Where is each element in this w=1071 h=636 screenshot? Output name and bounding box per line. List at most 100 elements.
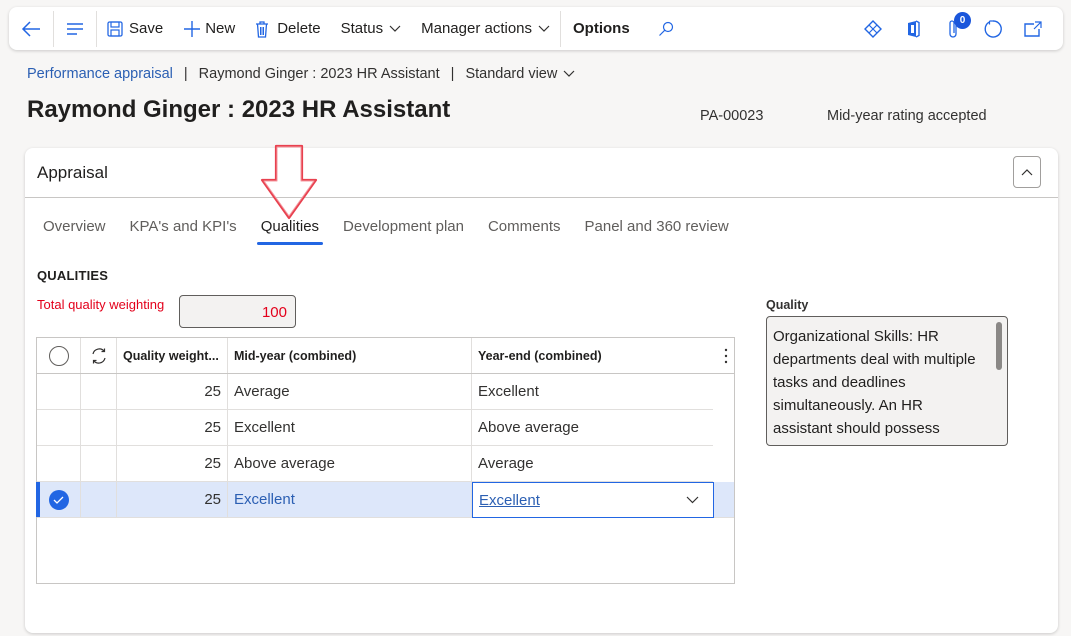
back-arrow-icon [21,20,40,37]
refresh-icon [984,19,1002,38]
table-row[interactable]: 25 Average Excellent [37,374,713,410]
breadcrumb-module-link[interactable]: Performance appraisal [27,66,173,82]
weight-cell[interactable]: 25 [117,374,228,409]
table-row[interactable]: 25 Excellent Above average [37,410,713,446]
office-icon [908,19,920,38]
view-selector-label: Standard view [465,66,558,82]
column-header-quality-weight[interactable]: Quality weight... [117,338,228,373]
refresh-button[interactable] [973,7,1013,50]
breadcrumb-record: Raymond Ginger : 2023 HR Assistant [198,66,440,82]
new-label: New [205,20,236,37]
chevron-up-icon [1021,169,1033,176]
row-checkbox-checked[interactable] [48,489,69,510]
weight-cell[interactable]: 25 [117,482,228,517]
manager-actions-menu-button[interactable]: Manager actions [411,7,560,50]
appraisal-card-header[interactable]: Appraisal [25,148,1058,198]
search-icon [658,21,673,36]
chevron-down-icon [563,70,575,77]
appraisal-card: Appraisal Overview KPA's and KPI's Quali… [25,148,1058,633]
select-all-checkbox[interactable] [48,345,69,366]
total-quality-weighting-field: 100 [179,295,296,328]
qualities-section-title: QUALITIES [37,268,109,283]
tab-overview[interactable]: Overview [32,206,117,245]
grid-header-row: Quality weight... Mid-year (combined) Ye… [37,338,734,374]
save-button[interactable]: Save [97,7,173,50]
year-end-cell[interactable]: Excellent [472,374,713,409]
breadcrumb-separator: | [183,66,188,82]
quality-description-text: Organizational Skills: HR departments de… [773,328,976,437]
column-header-year-end[interactable]: Year-end (combined) [472,338,734,373]
column-header-mid-year[interactable]: Mid-year (combined) [228,338,472,373]
search-button[interactable] [642,7,684,50]
attachments-count-badge: 0 [954,12,971,29]
row-select-cell[interactable] [37,446,81,481]
delete-label: Delete [277,20,321,37]
page-title: Raymond Ginger : 2023 HR Assistant [27,96,451,123]
new-button[interactable]: New [173,7,245,50]
options-button[interactable]: Options [561,7,642,50]
open-new-window-button[interactable] [1013,7,1053,50]
row-select-cell[interactable] [37,482,81,517]
weight-cell[interactable]: 25 [117,410,228,445]
row-status-cell [81,482,117,517]
mid-year-cell[interactable]: Excellent [228,482,472,517]
row-status-cell [81,374,117,409]
tab-qualities[interactable]: Qualities [250,206,330,245]
attachments-button[interactable]: 0 [933,7,973,50]
table-row-selected[interactable]: 25 Excellent Excellent [36,482,734,518]
record-id: PA-00023 [700,108,764,124]
status-label: Status [340,20,384,37]
action-toolbar: Save New Delete Status Manager actions O… [9,7,1063,50]
power-apps-button[interactable] [853,7,893,50]
tab-comments[interactable]: Comments [477,206,572,245]
year-end-cell[interactable]: Above average [472,410,713,445]
select-all-cell[interactable] [37,338,81,373]
record-status: Mid-year rating accepted [827,108,987,124]
tab-kpas-kpis[interactable]: KPA's and KPI's [119,206,248,245]
year-end-dropdown-value[interactable]: Excellent [479,492,540,509]
more-options-icon[interactable] [724,348,728,364]
status-menu-button[interactable]: Status [331,7,412,50]
row-select-cell[interactable] [37,374,81,409]
refresh-grid-cell[interactable] [81,338,117,373]
tab-development-plan[interactable]: Development plan [332,206,475,245]
tab-panel-360-review[interactable]: Panel and 360 review [574,206,740,245]
quality-description-scrollbar[interactable] [996,322,1002,370]
toolbar-right-icons: 0 [853,7,1063,50]
office-button[interactable] [893,7,933,50]
mid-year-cell[interactable]: Average [228,374,472,409]
save-label: Save [129,20,164,37]
year-end-dropdown[interactable]: Excellent [472,482,714,518]
column-header-year-end-label: Year-end (combined) [478,348,602,363]
table-row[interactable]: 25 Above average Average [37,446,713,482]
year-end-cell: Excellent [472,482,714,518]
manager-actions-label: Manager actions [421,20,533,37]
options-label: Options [573,20,630,37]
qualities-grid: Quality weight... Mid-year (combined) Ye… [36,337,735,584]
total-quality-weighting-label: Total quality weighting [37,297,165,312]
power-apps-icon [864,19,882,38]
breadcrumb: Performance appraisal | Raymond Ginger :… [27,66,575,82]
back-button[interactable] [9,7,53,50]
checkmark-icon [53,496,64,504]
refresh-icon[interactable] [90,347,108,365]
row-status-cell [81,410,117,445]
chevron-down-icon [538,25,550,32]
chevron-down-icon [389,25,401,32]
weight-cell[interactable]: 25 [117,446,228,481]
delete-button[interactable]: Delete [245,7,330,50]
mid-year-cell[interactable]: Excellent [228,410,472,445]
row-select-cell[interactable] [37,410,81,445]
open-new-window-icon [1024,20,1042,37]
year-end-cell[interactable]: Average [472,446,713,481]
row-status-cell [81,446,117,481]
breadcrumb-separator: | [450,66,455,82]
mid-year-cell[interactable]: Above average [228,446,472,481]
view-selector[interactable]: Standard view [465,66,575,82]
chevron-down-icon[interactable] [686,496,699,504]
collapse-button[interactable] [1013,156,1041,188]
card-title: Appraisal [37,163,108,182]
quality-description-field[interactable]: Organizational Skills: HR departments de… [766,316,1008,446]
menu-button[interactable] [54,7,96,50]
trash-icon [256,20,269,38]
